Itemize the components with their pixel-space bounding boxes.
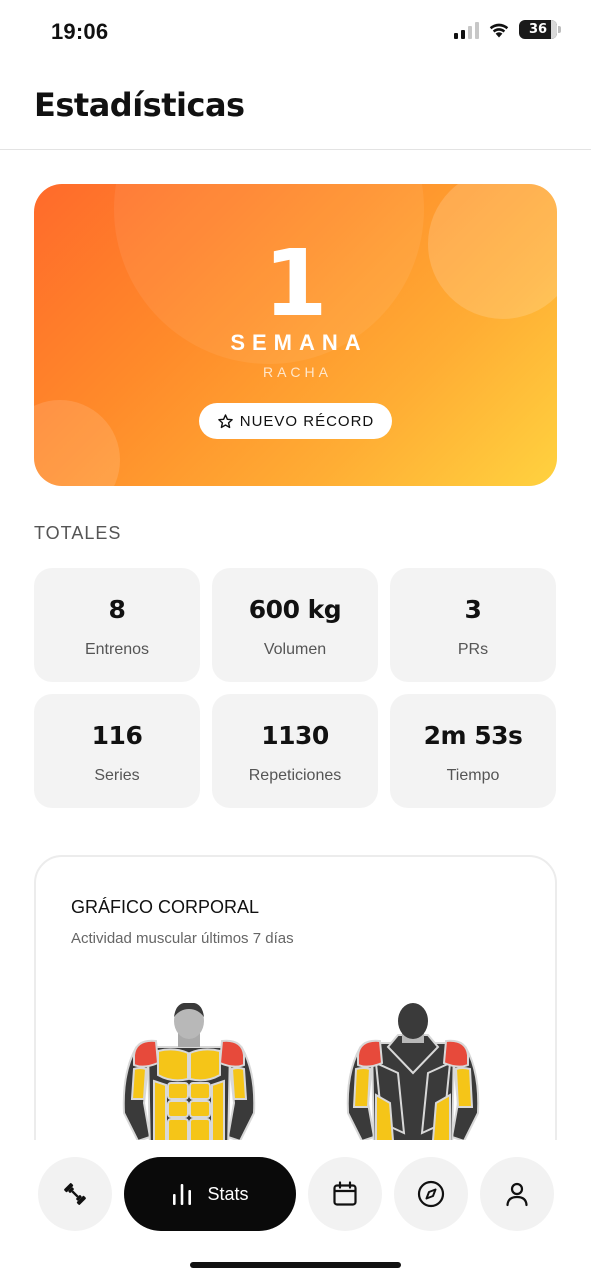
body-back-figure[interactable]	[338, 1003, 488, 1153]
status-icons: 36	[454, 20, 561, 39]
stat-tile-volume[interactable]: 600 kg Volumen	[212, 568, 378, 682]
stat-label: Repeticiones	[248, 767, 342, 784]
stat-value: 116	[91, 721, 143, 750]
calendar-icon	[333, 1181, 357, 1206]
dumbbell-icon	[64, 1183, 86, 1205]
stat-tile-time[interactable]: 2m 53s Tiempo	[390, 694, 556, 808]
new-record-badge: NUEVO RÉCORD	[199, 403, 392, 439]
nav-workouts[interactable]	[38, 1157, 112, 1231]
status-time: 19:06	[51, 19, 109, 44]
stat-label: PRs	[457, 641, 489, 658]
new-record-label: NUEVO RÉCORD	[239, 412, 375, 430]
stat-label: Tiempo	[446, 767, 500, 784]
status-bar: 19:06 36	[0, 0, 591, 64]
stat-tile-sets[interactable]: 116 Series	[34, 694, 200, 808]
wifi-icon	[489, 23, 509, 38]
body-chart-title: GRÁFICO CORPORAL	[71, 897, 260, 917]
nav-profile[interactable]	[480, 1157, 554, 1231]
compass-icon	[417, 1180, 445, 1208]
page-title: Estadísticas	[34, 86, 245, 124]
stat-value: 1130	[261, 721, 329, 750]
person-icon	[506, 1182, 528, 1207]
cellular-signal-icon	[454, 21, 479, 39]
nav-stats-label: Stats	[207, 1183, 249, 1204]
stat-tile-prs[interactable]: 3 PRs	[390, 568, 556, 682]
bar-chart-icon	[173, 1184, 192, 1205]
body-chart-subtitle: Actividad muscular últimos 7 días	[71, 930, 294, 947]
star-icon	[217, 413, 233, 428]
totals-grid: 8 Entrenos 600 kg Volumen 3 PRs 116 Seri…	[34, 568, 557, 808]
battery-level: 36	[528, 22, 548, 37]
totals-section-label: TOTALES	[34, 523, 122, 543]
stat-label: Series	[94, 767, 140, 784]
stat-tile-reps[interactable]: 1130 Repeticiones	[212, 694, 378, 808]
stat-value: 600 kg	[248, 595, 342, 624]
stat-value: 3	[464, 595, 482, 624]
header-divider	[0, 149, 591, 150]
body-front-figure[interactable]	[114, 1003, 264, 1153]
streak-value: 1	[263, 230, 328, 337]
stat-value: 2m 53s	[423, 721, 523, 750]
nav-explore[interactable]	[394, 1157, 468, 1231]
battery-icon: 36	[519, 20, 557, 39]
stat-label: Entrenos	[84, 641, 150, 658]
stat-value: 8	[108, 595, 126, 624]
streak-card: 1 SEMANA RACHA NUEVO RÉCORD	[34, 184, 557, 486]
bottom-nav: Stats	[38, 1157, 554, 1231]
streak-label: RACHA	[262, 364, 332, 380]
nav-calendar[interactable]	[308, 1157, 382, 1231]
streak-unit: SEMANA	[230, 330, 368, 355]
stat-tile-workouts[interactable]: 8 Entrenos	[34, 568, 200, 682]
home-indicator	[190, 1262, 401, 1268]
stat-label: Volumen	[263, 641, 327, 658]
nav-stats[interactable]: Stats	[124, 1157, 296, 1231]
